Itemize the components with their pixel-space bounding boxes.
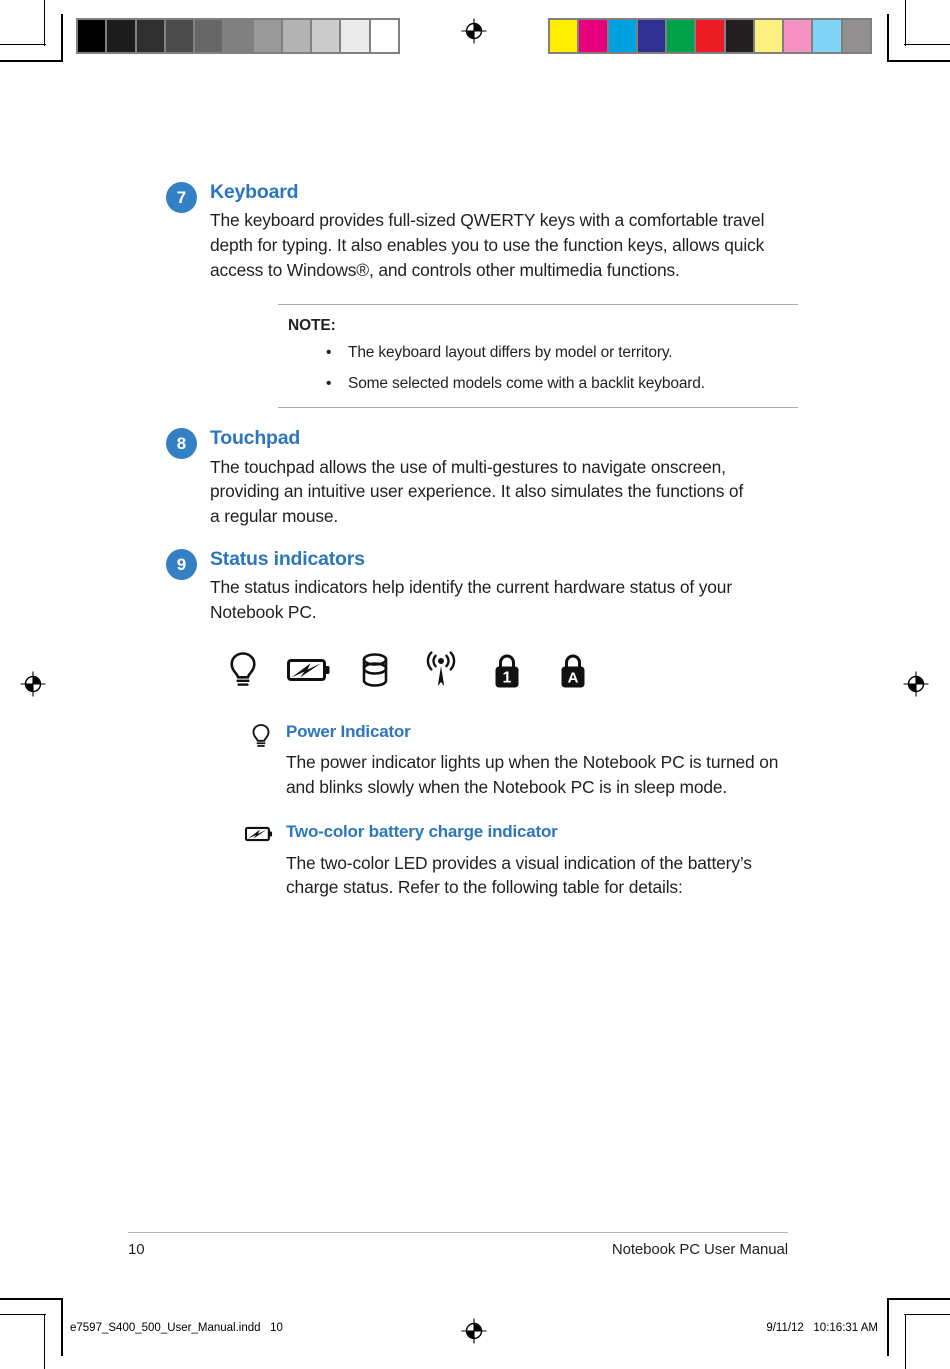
subsection-power-indicator: Power Indicator The power indicator ligh…: [128, 721, 788, 800]
section-title: Status indicators: [210, 547, 365, 570]
subsection-paragraph: The two-color LED provides a visual indi…: [286, 852, 752, 898]
bullet-glyph: •: [326, 344, 332, 362]
manual-title: Notebook PC User Manual: [611, 1241, 788, 1258]
note-list-item: • Some selected models come with a backl…: [278, 374, 798, 395]
subsection-paragraph: The power indicator lights up when the N…: [286, 751, 779, 797]
footer-divider: [128, 1232, 788, 1233]
print-slug-filename: e7597_S400_500_User_Manual.indd 10: [70, 1322, 283, 1334]
subsection-title: Two-color battery charge indicator: [286, 822, 558, 842]
section-paragraph: The keyboard provides full-sized QWERTY …: [210, 210, 765, 280]
note-item-text: The keyboard layout differs by model or …: [348, 344, 673, 362]
note-box: NOTE: • The keyboard layout differs by m…: [278, 304, 798, 409]
section-touchpad: 8 Touchpad The touchpad allows the use o…: [128, 426, 788, 528]
note-list: • The keyboard layout differs by model o…: [278, 343, 798, 395]
section-body: Status indicators The status indicators …: [128, 547, 788, 625]
capital-lock-icon: A: [540, 651, 606, 689]
print-slug-timestamp: 9/11/12 10:16:31 AM: [766, 1322, 878, 1334]
number-lock-icon: 1: [474, 651, 540, 689]
section-body: Touchpad The touchpad allows the use of …: [128, 426, 788, 528]
note-list-item: • The keyboard layout differs by model o…: [278, 343, 798, 364]
section-number-badge: 7: [166, 182, 197, 213]
section-body: Keyboard The keyboard provides full-size…: [128, 180, 788, 282]
manual-page: 7 Keyboard The keyboard provides full-si…: [0, 0, 950, 1369]
battery-charge-icon: [276, 656, 342, 684]
svg-text:1: 1: [503, 669, 512, 686]
section-paragraph: The touchpad allows the use of multi-ges…: [210, 456, 744, 527]
drive-activity-icon: [342, 652, 408, 688]
page-footer: 10 Notebook PC User Manual: [128, 1232, 788, 1258]
section-title: Keyboard: [210, 181, 299, 203]
section-paragraph: The status indicators help identify the …: [210, 577, 732, 622]
status-indicator-icon-row: 1 A: [210, 650, 610, 689]
subsection-title: Power Indicator: [286, 721, 411, 741]
power-indicator-icon: [248, 723, 274, 749]
footer-row: 10 Notebook PC User Manual: [128, 1241, 788, 1258]
section-title: Touchpad: [210, 427, 301, 450]
section-number-badge: 9: [166, 548, 197, 580]
page-number: 10: [128, 1241, 145, 1258]
subsection-battery-charge-indicator: Two-color battery charge indicator The t…: [128, 821, 788, 900]
subsection-body: Power Indicator The power indicator ligh…: [128, 721, 788, 800]
power-indicator-icon: [210, 651, 276, 689]
bullet-glyph: •: [326, 375, 332, 393]
subsection-body: Two-color battery charge indicator The t…: [128, 821, 788, 900]
note-item-text: Some selected models come with a backlit…: [348, 375, 705, 393]
section-keyboard: 7 Keyboard The keyboard provides full-si…: [128, 180, 788, 282]
battery-charge-icon: [244, 825, 274, 843]
wireless-bluetooth-icon: [408, 650, 474, 689]
note-title: NOTE:: [288, 317, 336, 335]
svg-text:A: A: [568, 669, 579, 686]
page-content: 7 Keyboard The keyboard provides full-si…: [128, 180, 798, 914]
section-status-indicators: 9 Status indicators The status indicator…: [128, 547, 788, 625]
